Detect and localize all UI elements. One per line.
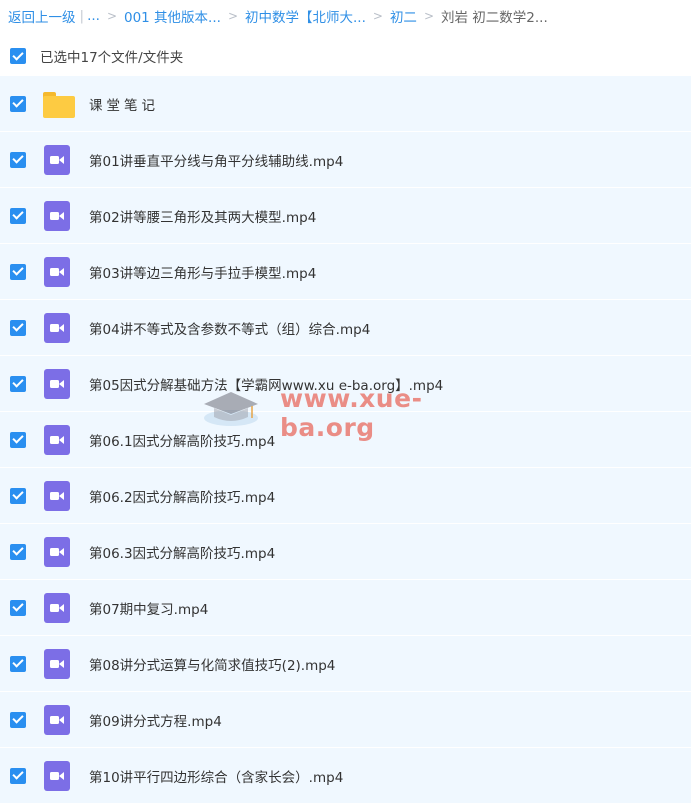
video-file-icon (43, 144, 71, 175)
breadcrumb: 返回上一级 | ... > 001 其他版本... > 初中数学【北师大... … (8, 5, 548, 27)
file-name[interactable]: 课堂笔记 (89, 94, 159, 114)
row-checkbox[interactable] (10, 655, 26, 672)
file-name[interactable]: 第06.3因式分解高阶技巧.mp4 (89, 542, 275, 562)
back-link[interactable]: 返回上一级 (8, 6, 76, 26)
folder-icon (43, 89, 75, 119)
file-name[interactable]: 第01讲垂直平分线与角平分线辅助线.mp4 (89, 150, 343, 170)
video-file-icon (43, 760, 71, 791)
file-name[interactable]: 第05因式分解基础方法【学霸网www.xu e-ba.org】.mp4 (89, 374, 443, 394)
file-name[interactable]: 第03讲等边三角形与手拉手模型.mp4 (89, 262, 316, 282)
breadcrumb-item-math[interactable]: 初中数学【北师大... (245, 6, 366, 26)
chevron-right-icon: > (423, 9, 434, 23)
row-checkbox[interactable] (10, 95, 26, 112)
selection-bar: 已选中17个文件/文件夹 (0, 40, 691, 72)
chevron-right-icon: > (372, 9, 383, 23)
file-row[interactable]: 第05因式分解基础方法【学霸网www.xu e-ba.org】.mp4 (0, 356, 691, 412)
video-file-icon (43, 648, 71, 679)
row-checkbox[interactable] (10, 263, 26, 280)
row-checkbox[interactable] (10, 319, 26, 336)
file-name[interactable]: 第09讲分式方程.mp4 (89, 710, 222, 730)
video-file-icon (43, 256, 71, 287)
file-row[interactable]: 第06.3因式分解高阶技巧.mp4 (0, 524, 691, 580)
row-checkbox[interactable] (10, 431, 26, 448)
row-checkbox[interactable] (10, 711, 26, 728)
video-file-icon (43, 312, 71, 343)
file-name[interactable]: 第04讲不等式及含参数不等式（组）综合.mp4 (89, 318, 370, 338)
video-file-icon (43, 200, 71, 231)
select-all-checkbox[interactable] (10, 48, 26, 64)
breadcrumb-item-grade[interactable]: 初二 (390, 6, 417, 26)
breadcrumb-ellipsis[interactable]: ... (87, 8, 100, 24)
video-file-icon (43, 480, 71, 511)
file-row[interactable]: 第10讲平行四边形综合（含家长会）.mp4 (0, 748, 691, 804)
file-list: 课堂笔记第01讲垂直平分线与角平分线辅助线.mp4 第02讲等腰三角形及其两大模型… (0, 76, 691, 804)
file-name[interactable]: 第07期中复习.mp4 (89, 598, 208, 618)
chevron-right-icon: > (106, 9, 117, 23)
file-name[interactable]: 第08讲分式运算与化简求值技巧(2).mp4 (89, 654, 335, 674)
file-row[interactable]: 第01讲垂直平分线与角平分线辅助线.mp4 (0, 132, 691, 188)
video-file-icon (43, 368, 71, 399)
row-checkbox[interactable] (10, 151, 26, 168)
file-row[interactable]: 第04讲不等式及含参数不等式（组）综合.mp4 (0, 300, 691, 356)
row-checkbox[interactable] (10, 487, 26, 504)
row-checkbox[interactable] (10, 767, 26, 784)
folder-row[interactable]: 课堂笔记 (0, 76, 691, 132)
row-checkbox[interactable] (10, 599, 26, 616)
video-file-icon (43, 424, 71, 455)
row-checkbox[interactable] (10, 375, 26, 392)
file-row[interactable]: 第03讲等边三角形与手拉手模型.mp4 (0, 244, 691, 300)
row-checkbox[interactable] (10, 207, 26, 224)
chevron-right-icon: > (227, 9, 238, 23)
file-row[interactable]: 第08讲分式运算与化简求值技巧(2).mp4 (0, 636, 691, 692)
file-row[interactable]: 第07期中复习.mp4 (0, 580, 691, 636)
breadcrumb-item-001[interactable]: 001 其他版本... (124, 6, 221, 26)
video-file-icon (43, 592, 71, 623)
video-file-icon (43, 536, 71, 567)
file-name[interactable]: 第06.1因式分解高阶技巧.mp4 (89, 430, 275, 450)
file-row[interactable]: 第06.1因式分解高阶技巧.mp4 (0, 412, 691, 468)
breadcrumb-divider: | (79, 8, 85, 24)
file-row[interactable]: 第02讲等腰三角形及其两大模型.mp4 (0, 188, 691, 244)
row-checkbox[interactable] (10, 543, 26, 560)
file-name[interactable]: 第06.2因式分解高阶技巧.mp4 (89, 486, 275, 506)
file-name[interactable]: 第10讲平行四边形综合（含家长会）.mp4 (89, 766, 343, 786)
selection-count-label: 已选中17个文件/文件夹 (40, 50, 184, 66)
file-row[interactable]: 第06.2因式分解高阶技巧.mp4 (0, 468, 691, 524)
file-name[interactable]: 第02讲等腰三角形及其两大模型.mp4 (89, 206, 316, 226)
video-file-icon (43, 704, 71, 735)
file-row[interactable]: 第09讲分式方程.mp4 (0, 692, 691, 748)
breadcrumb-current: 刘岩 初二数学2... (441, 10, 548, 26)
